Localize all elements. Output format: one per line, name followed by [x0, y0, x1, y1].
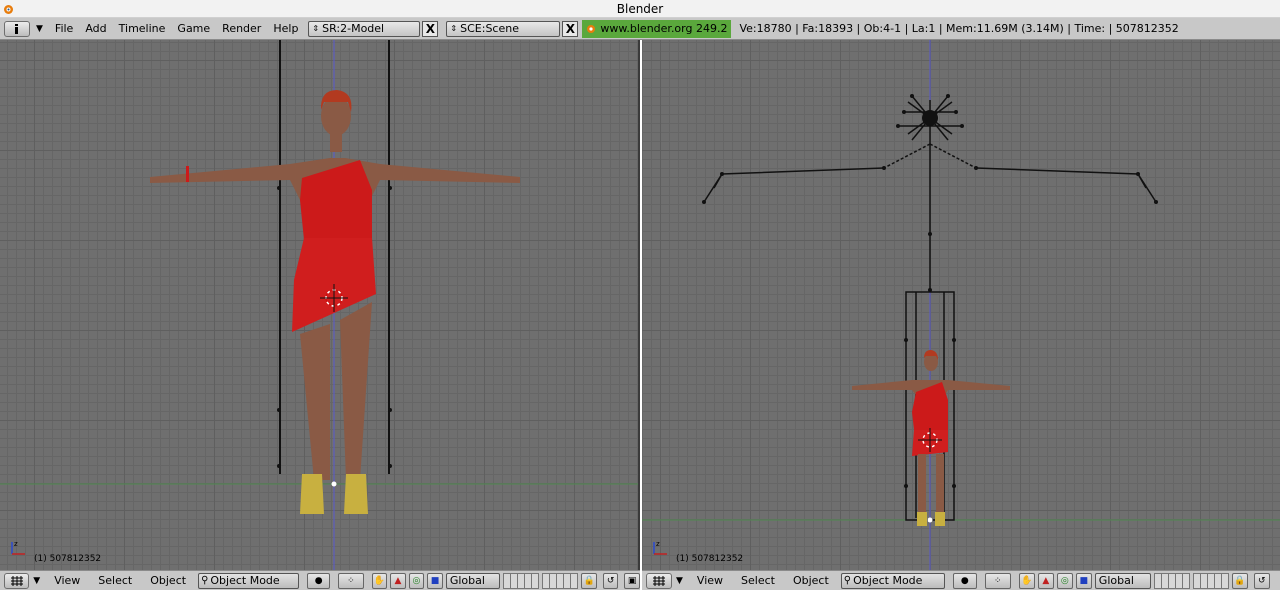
mode-label: Object Mode [210, 574, 280, 587]
layer-buttons-1[interactable] [503, 572, 540, 589]
info-header: ▼ File Add Timeline Game Render Help ⇕ S… [0, 18, 1280, 40]
svg-text:z: z [656, 540, 660, 548]
viewport-front[interactable]: z (1) 507812352 [0, 40, 640, 570]
blender-small-icon [587, 24, 596, 33]
menu-object[interactable]: Object [787, 574, 835, 587]
scene-name[interactable]: SCE:Scene [460, 22, 519, 35]
menu-add[interactable]: Add [79, 22, 112, 35]
menu-select[interactable]: Select [735, 574, 781, 587]
frame-label: (1) 507812352 [34, 554, 102, 564]
render-icon[interactable]: ▣ [624, 572, 640, 589]
orientation-label: Global [449, 574, 485, 587]
viewport-front-canvas[interactable] [0, 40, 640, 570]
translate-icon[interactable]: ▲ [390, 572, 406, 589]
menu-file[interactable]: File [49, 22, 79, 35]
screen-name[interactable]: SR:2-Model [322, 22, 384, 35]
blender-url-link[interactable]: www.blender.org 249.2 [582, 19, 732, 38]
blender-url-text: www.blender.org 249.2 [600, 22, 728, 35]
menu-game[interactable]: Game [171, 22, 216, 35]
mode-selector[interactable]: ⚲ Object Mode [198, 572, 299, 589]
screen-selector[interactable]: ⇕ SR:2-Model [308, 20, 421, 37]
blender-logo-icon [4, 5, 13, 14]
layer-buttons-1[interactable] [1153, 572, 1190, 589]
mode-label: Object Mode [853, 574, 923, 587]
shading-icon[interactable]: ● [952, 572, 977, 589]
object-mode-icon: ⚲ [843, 575, 852, 586]
pivot-icon[interactable]: ⁘ [984, 572, 1011, 589]
object-origin[interactable] [927, 517, 933, 523]
svg-text:z: z [14, 540, 18, 548]
translate-icon[interactable]: ▲ [1037, 572, 1054, 589]
character-model-small[interactable] [852, 350, 1010, 526]
scene-stats: Ve:18780 | Fa:18393 | Ob:4-1 | La:1 | Me… [739, 22, 1179, 35]
axis-gizmo-icon: z [653, 540, 667, 555]
menu-collapse-icon[interactable]: ▼ [36, 24, 43, 34]
screen-close-button[interactable]: X [422, 20, 439, 37]
menu-collapse-icon[interactable]: ▼ [676, 576, 683, 586]
bracelet [186, 166, 189, 182]
rotate-icon[interactable]: ◎ [408, 572, 425, 589]
window-titlebar: Blender [0, 0, 1280, 18]
menu-help[interactable]: Help [267, 22, 304, 35]
frame-label: (1) 507812352 [676, 554, 744, 564]
axis-gizmo-icon: z [11, 540, 25, 555]
view3d-header-left: ▼ View Select Object ⚲ Object Mode ● ⁘ ✋… [0, 570, 640, 590]
character-model[interactable] [150, 90, 520, 514]
snap-icon[interactable]: ↺ [1253, 572, 1270, 589]
viewport-side-canvas[interactable] [642, 40, 1280, 570]
scale-icon[interactable]: ■ [1075, 572, 1092, 589]
window-title: Blender [616, 2, 664, 16]
view3d-editor-icon[interactable] [4, 572, 30, 589]
hand-icon[interactable]: ✋ [371, 572, 388, 589]
snap-icon[interactable]: ↺ [602, 572, 619, 589]
screen-browse-icon[interactable]: ⇕ [312, 24, 319, 33]
orientation-selector[interactable]: Global [1094, 572, 1151, 589]
mode-selector[interactable]: ⚲ Object Mode [840, 572, 945, 589]
menu-timeline[interactable]: Timeline [113, 22, 172, 35]
object-origin[interactable] [331, 481, 337, 487]
menu-object[interactable]: Object [144, 574, 192, 587]
orientation-label: Global [1098, 574, 1134, 587]
orientation-selector[interactable]: Global [445, 572, 501, 589]
shading-icon[interactable]: ● [306, 572, 331, 589]
menu-render[interactable]: Render [216, 22, 267, 35]
viewport-side[interactable]: z (1) 507812352 [642, 40, 1280, 570]
lock-icon[interactable]: 🔒 [581, 572, 597, 589]
pivot-icon[interactable]: ⁘ [338, 572, 364, 589]
object-mode-icon: ⚲ [201, 575, 209, 586]
scale-icon[interactable]: ■ [427, 572, 443, 589]
view3d-header-right: ▼ View Select Object ⚲ Object Mode ● ⁘ ✋… [642, 570, 1280, 590]
info-editor-icon[interactable] [4, 20, 30, 37]
menu-select[interactable]: Select [92, 574, 138, 587]
scene-close-button[interactable]: X [562, 20, 579, 37]
menu-collapse-icon[interactable]: ▼ [33, 576, 40, 586]
scene-browse-icon[interactable]: ⇕ [450, 24, 457, 33]
lock-icon[interactable]: 🔒 [1231, 572, 1248, 589]
rotate-icon[interactable]: ◎ [1056, 572, 1073, 589]
layer-buttons-2[interactable] [542, 572, 579, 589]
menu-view[interactable]: View [48, 574, 86, 587]
menu-view[interactable]: View [691, 574, 729, 587]
hand-icon[interactable]: ✋ [1018, 572, 1035, 589]
view3d-editor-icon[interactable] [646, 572, 672, 589]
scene-selector[interactable]: ⇕ SCE:Scene [446, 20, 561, 37]
layer-buttons-2[interactable] [1192, 572, 1229, 589]
